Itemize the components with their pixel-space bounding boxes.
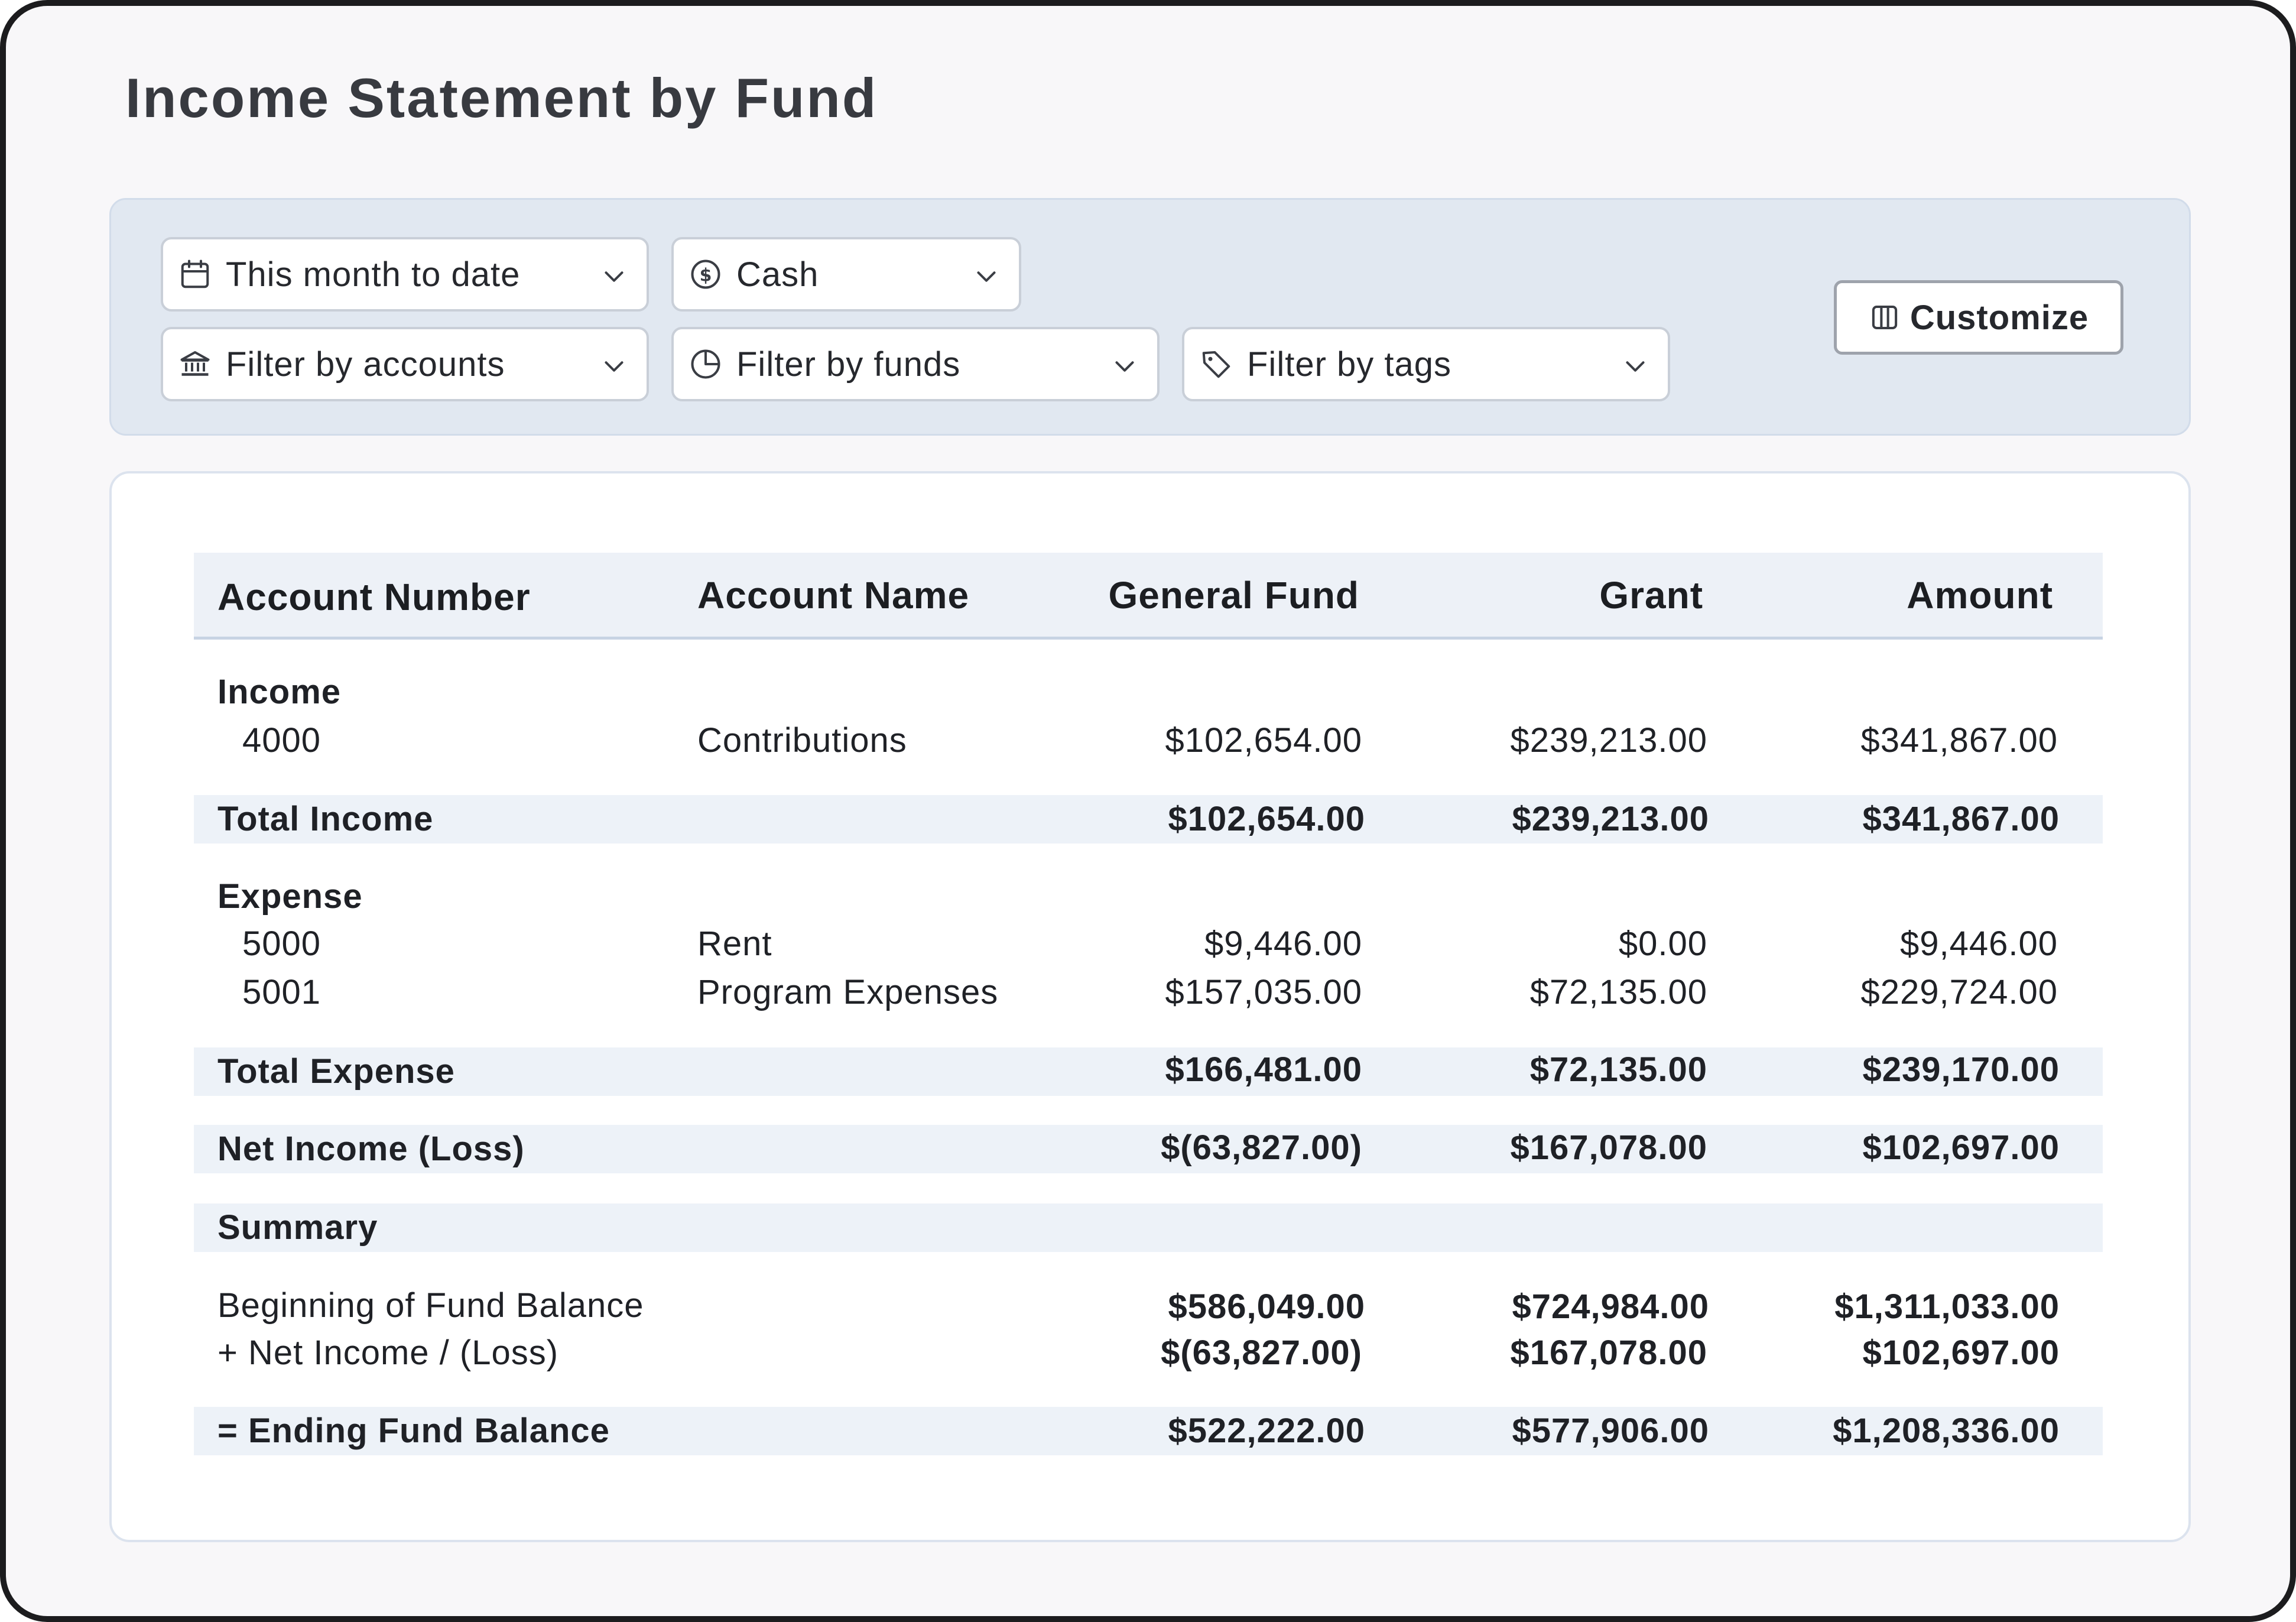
beginning-balance-amount: $1,311,033.00 bbox=[1834, 1287, 2060, 1326]
income-row-grant: $239,213.00 bbox=[1510, 721, 1707, 760]
header-account-number[interactable]: Account Number bbox=[217, 578, 531, 616]
expense-row-general-fund: $157,035.00 bbox=[1165, 973, 1362, 1011]
tag-icon bbox=[1202, 351, 1230, 378]
net-income-amount: $102,697.00 bbox=[1862, 1128, 2060, 1167]
tags-filter-label: Filter by tags bbox=[1247, 345, 1451, 384]
chevron-down-icon bbox=[977, 271, 996, 282]
columns-icon bbox=[1872, 305, 1898, 330]
accounts-filter-dropdown[interactable]: Filter by accounts bbox=[161, 327, 649, 401]
summary-net-income-general-fund: $(63,827.00) bbox=[1161, 1334, 1362, 1372]
chevron-down-icon bbox=[605, 361, 623, 372]
svg-text:$: $ bbox=[700, 265, 712, 286]
header-grant[interactable]: Grant bbox=[1599, 576, 1703, 614]
date-range-dropdown[interactable]: This month to date bbox=[161, 237, 649, 312]
expense-row-number: 5001 bbox=[242, 973, 321, 1011]
total-income-label: Total Income bbox=[217, 800, 434, 838]
total-income-amount: $341,867.00 bbox=[1862, 800, 2060, 838]
total-income-band bbox=[194, 795, 2103, 844]
header-amount[interactable]: Amount bbox=[1907, 576, 2053, 614]
ending-balance-amount: $1,208,336.00 bbox=[1833, 1412, 2060, 1450]
net-income-grant: $167,078.00 bbox=[1510, 1128, 1707, 1167]
total-expense-grant: $72,135.00 bbox=[1529, 1050, 1707, 1089]
section-income-label: Income bbox=[217, 673, 342, 711]
beginning-balance-grant: $724,984.00 bbox=[1512, 1287, 1709, 1326]
expense-row-amount: $9,446.00 bbox=[1899, 924, 2058, 963]
beginning-balance-label: Beginning of Fund Balance bbox=[217, 1286, 644, 1325]
customize-button[interactable]: Customize bbox=[1834, 280, 2123, 355]
total-expense-amount: $239,170.00 bbox=[1862, 1050, 2060, 1089]
expense-row-number: 5000 bbox=[242, 924, 321, 963]
date-range-label: This month to date bbox=[226, 255, 521, 294]
page-title: Income Statement by Fund bbox=[125, 67, 878, 129]
expense-row-grant: $72,135.00 bbox=[1529, 973, 1707, 1011]
net-income-label: Net Income (Loss) bbox=[217, 1130, 525, 1168]
funds-filter-label: Filter by funds bbox=[736, 345, 961, 384]
total-income-general-fund: $102,654.00 bbox=[1168, 800, 1365, 838]
total-income-grant: $239,213.00 bbox=[1512, 800, 1709, 838]
expense-row-grant: $0.00 bbox=[1618, 924, 1707, 963]
basis-dropdown[interactable]: $ Cash bbox=[671, 237, 1021, 312]
income-row-number: 4000 bbox=[242, 721, 321, 760]
dollar-circle-icon: $ bbox=[691, 259, 720, 289]
chevron-down-icon bbox=[605, 271, 623, 282]
ending-balance-grant: $577,906.00 bbox=[1512, 1412, 1709, 1450]
ending-balance-general-fund: $522,222.00 bbox=[1168, 1412, 1365, 1450]
header-general-fund[interactable]: General Fund bbox=[1109, 576, 1360, 614]
section-expense-label: Expense bbox=[217, 877, 363, 916]
income-row-name: Contributions bbox=[697, 721, 907, 760]
basis-label: Cash bbox=[736, 255, 819, 294]
summary-net-income-grant: $167,078.00 bbox=[1510, 1334, 1707, 1372]
summary-label: Summary bbox=[217, 1208, 378, 1247]
customize-label: Customize bbox=[1909, 298, 2089, 337]
total-expense-label: Total Expense bbox=[217, 1052, 455, 1091]
ending-balance-label: = Ending Fund Balance bbox=[217, 1412, 610, 1450]
calendar-icon bbox=[181, 259, 209, 288]
income-row-general-fund: $102,654.00 bbox=[1165, 721, 1362, 760]
summary-net-income-amount: $102,697.00 bbox=[1862, 1334, 2060, 1372]
funds-filter-dropdown[interactable]: Filter by funds bbox=[671, 327, 1160, 401]
pie-chart-icon bbox=[691, 349, 720, 379]
expense-row-name: Program Expenses bbox=[697, 973, 999, 1011]
bank-icon bbox=[180, 351, 210, 376]
expense-row-amount: $229,724.00 bbox=[1860, 973, 2058, 1011]
beginning-balance-general-fund: $586,049.00 bbox=[1168, 1287, 1365, 1326]
summary-net-income-label: + Net Income / (Loss) bbox=[217, 1334, 559, 1372]
income-row-amount: $341,867.00 bbox=[1860, 721, 2058, 760]
total-expense-general-fund: $166,481.00 bbox=[1165, 1050, 1362, 1089]
expense-row-name: Rent bbox=[697, 924, 772, 963]
chevron-down-icon bbox=[1115, 361, 1134, 372]
expense-row-general-fund: $9,446.00 bbox=[1204, 924, 1362, 963]
summary-band bbox=[194, 1203, 2103, 1252]
net-income-general-fund: $(63,827.00) bbox=[1161, 1128, 1362, 1167]
tags-filter-dropdown[interactable]: Filter by tags bbox=[1182, 327, 1670, 401]
chevron-down-icon bbox=[1626, 361, 1645, 372]
accounts-filter-label: Filter by accounts bbox=[226, 345, 505, 384]
total-expense-band bbox=[194, 1047, 2103, 1096]
header-account-name[interactable]: Account Name bbox=[697, 576, 969, 614]
